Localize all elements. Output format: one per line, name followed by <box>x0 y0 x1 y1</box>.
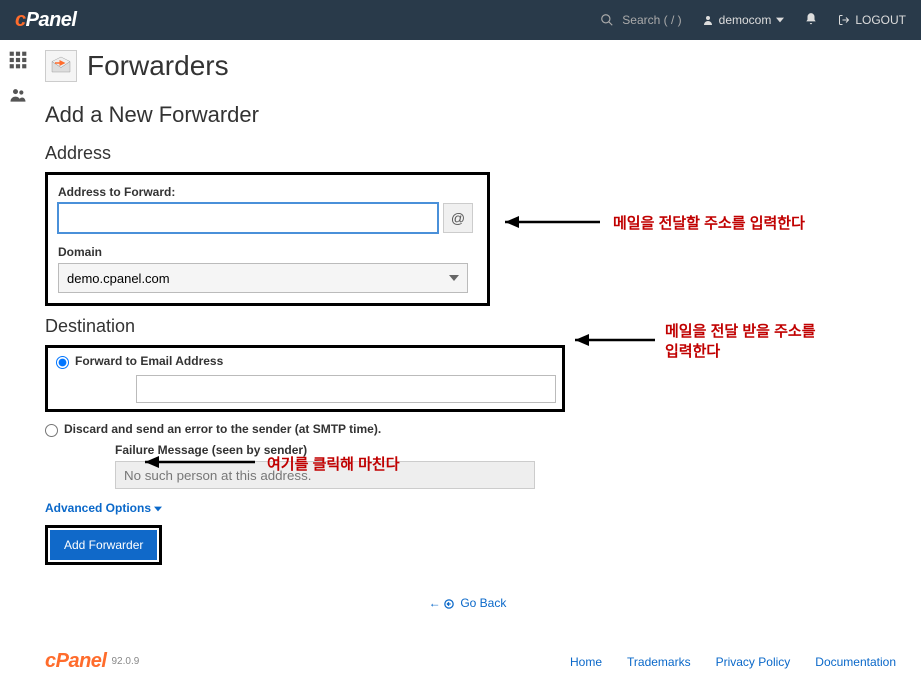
content-area: Forwarders Add a New Forwarder Address A… <box>35 40 915 630</box>
footer-version: 92.0.9 <box>111 656 139 667</box>
destination-annotated-box: Forward to Email Address <box>45 345 565 412</box>
annotation-text-3: 여기를 클릭해 마친다 <box>267 453 400 474</box>
user-icon <box>702 14 714 26</box>
notifications-button[interactable] <box>804 12 818 29</box>
logout-label: LOGOUT <box>855 13 906 27</box>
forward-radio[interactable] <box>56 356 69 369</box>
discard-radio[interactable] <box>45 424 58 437</box>
forward-radio-label: Forward to Email Address <box>75 354 223 368</box>
search-placeholder: Search ( / ) <box>622 13 681 27</box>
sidebar-grid-button[interactable] <box>8 50 28 70</box>
logout-button[interactable]: LOGOUT <box>838 13 906 27</box>
logout-icon <box>838 14 850 26</box>
page-title: Forwarders <box>87 50 229 82</box>
domain-field-label: Domain <box>58 245 477 259</box>
domain-select[interactable]: demo.cpanel.com <box>58 263 468 293</box>
left-sidebar <box>0 40 35 630</box>
discard-radio-label: Discard and send an error to the sender … <box>64 422 381 436</box>
annotation-text-2a: 메일을 전달 받을 주소를 <box>665 320 816 341</box>
forward-email-input[interactable] <box>136 375 556 403</box>
chevron-down-icon <box>776 16 784 24</box>
annotation-text-2b: 입력한다 <box>665 340 720 361</box>
user-label: democom <box>719 13 772 27</box>
users-icon <box>8 85 28 105</box>
sidebar-users-button[interactable] <box>8 85 28 105</box>
address-field-label: Address to Forward: <box>58 185 477 199</box>
bell-icon <box>804 12 818 26</box>
header-search[interactable]: Search ( / ) <box>600 13 681 27</box>
advanced-options-link[interactable]: Advanced Options <box>45 501 162 515</box>
annotation-arrow-1 <box>485 212 605 232</box>
annotation-arrow-3 <box>130 452 260 472</box>
user-menu[interactable]: democom <box>702 13 785 27</box>
back-arrow-icon <box>444 599 454 609</box>
annotation-arrow-2 <box>560 330 660 350</box>
footer-link-home[interactable]: Home <box>570 655 602 669</box>
address-annotated-box: Address to Forward: @ Domain demo.cpanel… <box>45 172 490 306</box>
section-heading: Add a New Forwarder <box>45 102 890 128</box>
add-forwarder-button[interactable]: Add Forwarder <box>50 530 157 560</box>
submit-annotated-box: Add Forwarder <box>45 525 162 565</box>
go-back-link[interactable]: Go Back <box>429 596 507 610</box>
footer: cPanel 92.0.9 Home Trademarks Privacy Po… <box>0 630 921 683</box>
footer-link-trademarks[interactable]: Trademarks <box>627 655 691 669</box>
footer-brand: cPanel <box>45 650 106 673</box>
top-header: ccPanelPanel Search ( / ) democom LOGOUT <box>0 0 921 40</box>
page-title-row: Forwarders <box>45 50 890 82</box>
forwarders-icon <box>45 50 77 82</box>
footer-link-privacy[interactable]: Privacy Policy <box>716 655 791 669</box>
search-icon <box>600 13 614 27</box>
address-heading: Address <box>45 143 890 164</box>
chevron-down-icon <box>154 505 162 513</box>
grid-icon <box>8 50 28 70</box>
annotation-text-1: 메일을 전달할 주소를 입력한다 <box>613 212 805 233</box>
address-input[interactable] <box>58 203 438 233</box>
footer-link-documentation[interactable]: Documentation <box>815 655 896 669</box>
brand-logo: ccPanelPanel <box>15 9 76 32</box>
at-button[interactable]: @ <box>443 203 473 233</box>
